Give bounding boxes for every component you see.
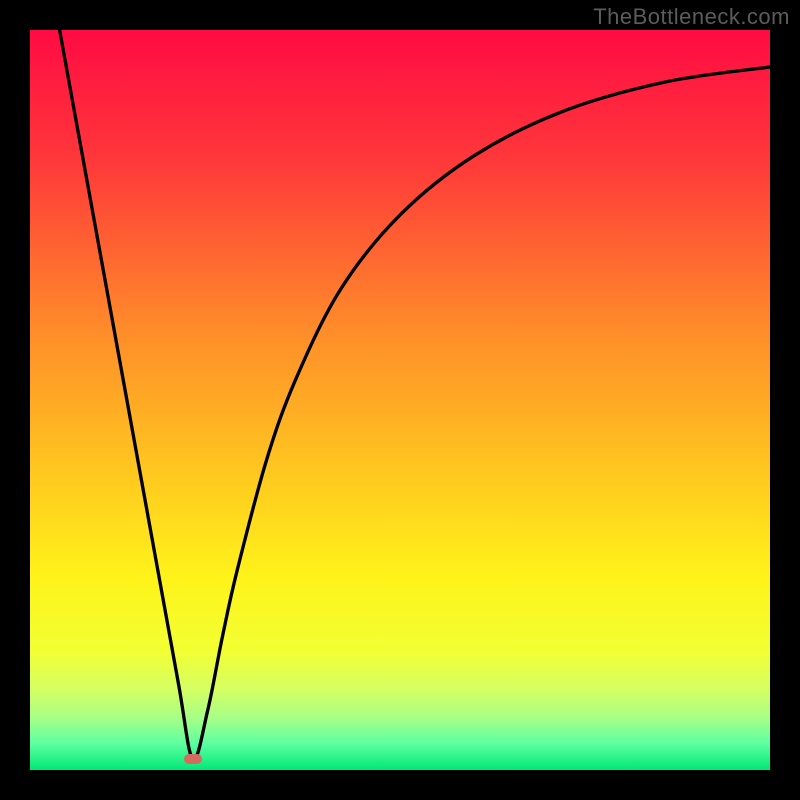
watermark-text: TheBottleneck.com bbox=[593, 4, 790, 30]
bottleneck-curve bbox=[30, 30, 770, 770]
plot-area bbox=[30, 30, 770, 770]
chart-frame: TheBottleneck.com bbox=[0, 0, 800, 800]
optimal-point-marker bbox=[184, 754, 202, 764]
